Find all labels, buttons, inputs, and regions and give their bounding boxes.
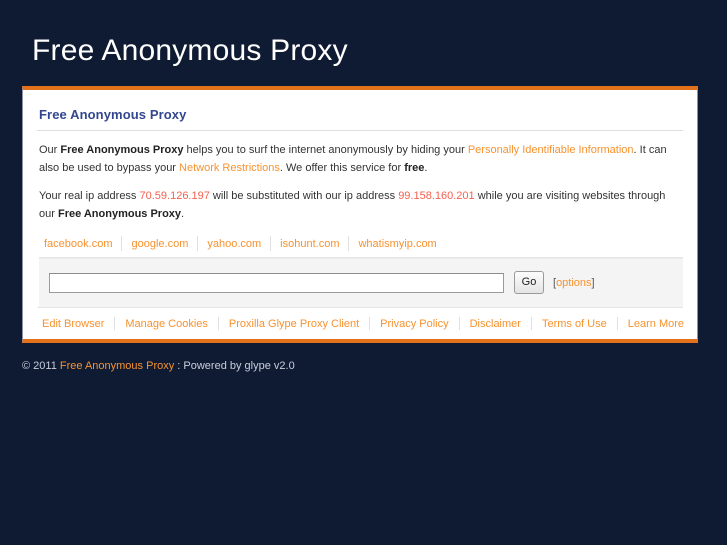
- pii-link[interactable]: Personally Identifiable Information: [468, 144, 634, 156]
- options-wrapper: [options]: [553, 277, 595, 289]
- quick-link-item: whatismyip.com: [349, 236, 445, 251]
- intro-brand-1: Free Anonymous Proxy: [60, 144, 184, 156]
- ip-text-2: will be substituted with our ip address: [209, 190, 399, 202]
- site-title: Free Anonymous Proxy: [32, 34, 348, 67]
- quick-link-whatismyip[interactable]: whatismyip.com: [358, 238, 436, 250]
- url-search-area: Go [options]: [39, 258, 683, 307]
- intro-text-4: . We offer this service for: [279, 162, 405, 174]
- network-restrictions-link[interactable]: Network Restrictions: [179, 162, 280, 174]
- nav-group-left: Edit Browser Manage Cookies: [37, 317, 219, 330]
- nav-item: Proxilla Glype Proxy Client: [219, 317, 371, 330]
- nav-learn-more[interactable]: Learn More: [628, 318, 684, 330]
- nav-item: Terms of Use: [532, 317, 618, 330]
- url-input[interactable]: [49, 272, 504, 293]
- footer-brand-link[interactable]: Free Anonymous Proxy: [60, 360, 174, 372]
- ip-brand: Free Anonymous Proxy: [57, 208, 182, 220]
- panel-content: Free Anonymous Proxy Our Free Anonymous …: [23, 90, 697, 307]
- nav-item: Learn More: [618, 317, 688, 330]
- quick-link-item: google.com: [122, 236, 199, 251]
- intro-text-1: Our: [39, 144, 61, 156]
- nav-edit-browser[interactable]: Edit Browser: [42, 318, 104, 330]
- proxy-ip-address: 99.158.160.201: [398, 190, 475, 202]
- ip-text-4: .: [181, 208, 185, 220]
- options-link[interactable]: options: [556, 277, 591, 289]
- ip-paragraph: Your real ip address 70.59.126.197 will …: [39, 187, 683, 223]
- nav-item: Privacy Policy: [370, 317, 460, 330]
- nav-item: Edit Browser: [37, 317, 116, 330]
- quick-link-item: facebook.com: [39, 236, 123, 251]
- intro-text-5: .: [424, 162, 428, 174]
- nav-item: Disclaimer: [460, 317, 532, 330]
- panel-heading: Free Anonymous Proxy: [39, 107, 187, 122]
- quick-link-item: yahoo.com: [198, 236, 272, 251]
- nav-privacy-policy[interactable]: Privacy Policy: [380, 318, 448, 330]
- nav-item: Manage Cookies: [115, 317, 219, 330]
- quick-links-bar: facebook.com google.com yahoo.com isohun…: [39, 236, 683, 258]
- footer-copyright: © 2011: [22, 360, 57, 372]
- nav-group-right: Proxilla Glype Proxy Client Privacy Poli…: [219, 317, 688, 330]
- quick-link-facebook[interactable]: facebook.com: [44, 238, 112, 250]
- footer: © 2011 Free Anonymous Proxy : Powered by…: [22, 360, 295, 372]
- intro-text-2: helps you to surf the internet anonymous…: [183, 144, 468, 156]
- real-ip-address: 70.59.126.197: [139, 190, 210, 202]
- quick-link-item: isohunt.com: [271, 236, 350, 251]
- quick-link-isohunt[interactable]: isohunt.com: [280, 238, 339, 250]
- ip-text-1: Your real ip address: [39, 190, 140, 202]
- footer-suffix: : Powered by glype v2.0: [177, 360, 295, 372]
- nav-manage-cookies[interactable]: Manage Cookies: [125, 318, 208, 330]
- go-button[interactable]: Go: [514, 271, 544, 294]
- nav-terms-of-use[interactable]: Terms of Use: [542, 318, 607, 330]
- heading-divider: [37, 130, 683, 131]
- quick-link-google[interactable]: google.com: [131, 238, 188, 250]
- intro-paragraph: Our Free Anonymous Proxy helps you to su…: [39, 141, 683, 177]
- options-bracket-close: ]: [591, 276, 595, 289]
- main-panel: Free Anonymous Proxy Our Free Anonymous …: [22, 86, 698, 343]
- intro-bold-free: free: [404, 162, 425, 174]
- nav-disclaimer[interactable]: Disclaimer: [470, 318, 521, 330]
- quick-link-yahoo[interactable]: yahoo.com: [207, 238, 261, 250]
- nav-proxilla-glype-proxy-client[interactable]: Proxilla Glype Proxy Client: [229, 318, 359, 330]
- panel-bottom-nav: Edit Browser Manage Cookies Proxilla Gly…: [37, 307, 684, 339]
